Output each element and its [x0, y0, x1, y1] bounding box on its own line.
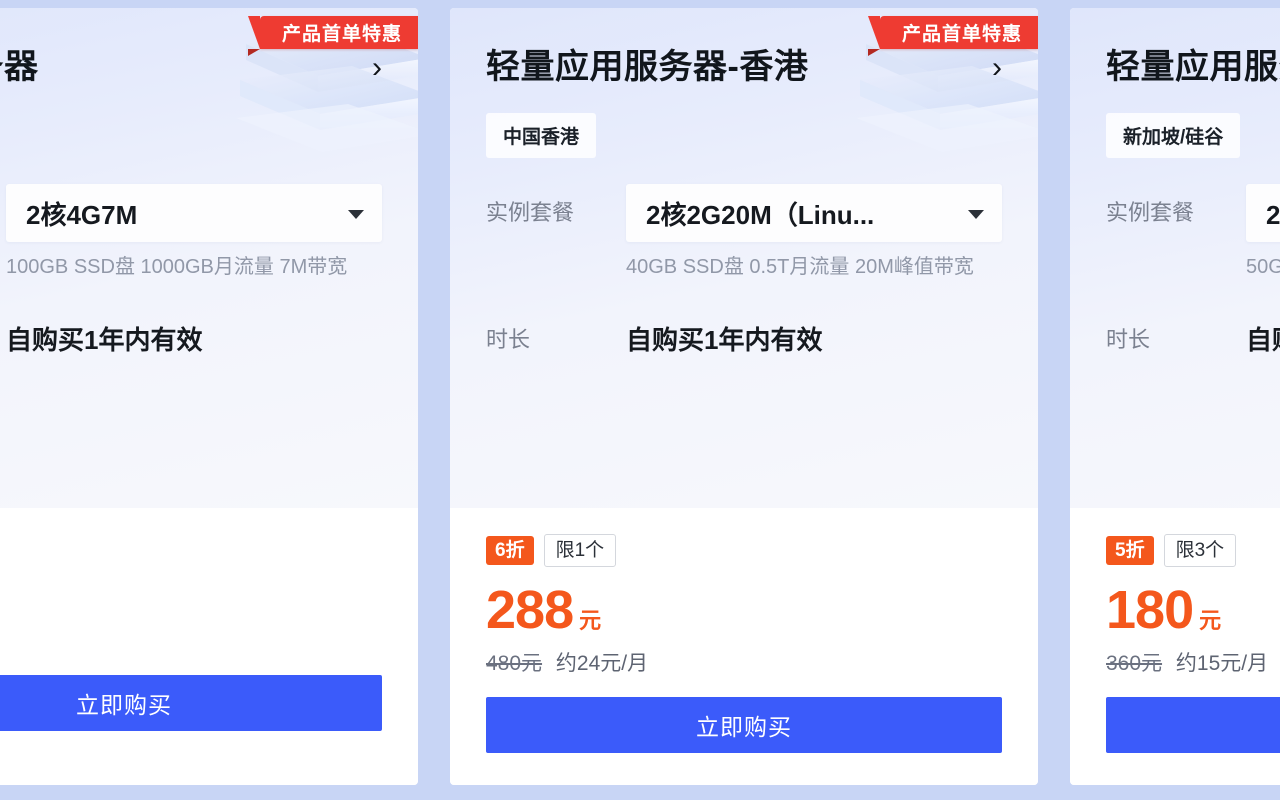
- product-card-rail[interactable]: 产品首单特惠 应用服务器 › 州/北京 餐 2核4G7M 100GB SSD盘 …: [0, 8, 1280, 785]
- price-currency-unit: 元: [1199, 608, 1222, 633]
- promo-ribbon-label: 产品首单特惠: [281, 24, 402, 45]
- duration-value: 自购买1年内有效: [626, 325, 823, 356]
- original-price: 360元: [1106, 652, 1163, 675]
- spec-row-duration: 自购买1年内有效: [0, 311, 418, 369]
- chevron-down-icon: [348, 210, 364, 220]
- price-amount: 288: [486, 580, 574, 640]
- instance-plan-select[interactable]: 2核4G7M: [6, 184, 382, 243]
- duration-value: 自购买1年内有效: [1246, 325, 1280, 356]
- instance-plan-select[interactable]: 2核2G20M（Linu...: [626, 184, 1002, 243]
- spec-row-instance: 实例套餐 2核2G20M（Linu... 40GB SSD盘 0.5T月流量 2…: [450, 184, 1038, 281]
- chevron-right-icon[interactable]: ›: [372, 52, 382, 83]
- original-price: 480元: [486, 652, 543, 675]
- instance-plan-select[interactable]: 2核2G30M（Linu...: [1246, 184, 1280, 243]
- spec-label: 实例套餐: [1106, 200, 1195, 226]
- monthly-price: 约15元/月: [1175, 652, 1269, 675]
- sub-price-line: 约35元/月: [0, 625, 382, 655]
- product-card[interactable]: 产品首单特惠 轻量应用服务器-香港 › 中国香港 实例套餐 2核2G20M（Li…: [450, 8, 1038, 785]
- discount-badge: 5折: [1106, 536, 1154, 565]
- discount-badge: 6折: [486, 536, 534, 565]
- promo-ribbon-label: 产品首单特惠: [901, 24, 1022, 45]
- instance-plan-value: 2核2G20M（Linu...: [646, 199, 875, 230]
- card-title-row[interactable]: 轻量应用服务器-新加坡 ›: [1070, 8, 1280, 87]
- chevron-right-icon[interactable]: ›: [992, 52, 1002, 83]
- promo-ribbon: 产品首单特惠: [867, 16, 1038, 56]
- region-chip: 中国香港: [486, 113, 597, 159]
- card-spec-section: 产品首单特惠 应用服务器 › 州/北京 餐 2核4G7M 100GB SSD盘 …: [0, 8, 418, 508]
- buy-now-button[interactable]: 立即购买: [1106, 697, 1280, 753]
- product-card[interactable]: 产品首单特惠 应用服务器 › 州/北京 餐 2核4G7M 100GB SSD盘 …: [0, 8, 418, 785]
- duration-label: 时长: [1106, 327, 1151, 353]
- chevron-down-icon: [968, 210, 984, 220]
- promo-ribbon: 产品首单特惠: [247, 16, 418, 56]
- spec-row-instance: 实例套餐 2核2G30M（Linu... 50GB SSD盘 1T月流量 30M…: [1070, 184, 1280, 281]
- card-price-section: 限3个 元 约35元/月 立即购买: [0, 508, 418, 785]
- tag-row: 5折 限3个: [1106, 534, 1280, 567]
- price-line: 288 元: [486, 583, 1002, 637]
- price-amount: 180: [1106, 580, 1194, 640]
- duration-label: 时长: [486, 327, 531, 353]
- spec-row-duration: 时长 自购买1年内有效: [450, 311, 1038, 369]
- region-chip: 新加坡/硅谷: [1106, 113, 1241, 159]
- price-currency-unit: 元: [579, 608, 602, 633]
- card-title: 轻量应用服务器-香港: [486, 48, 809, 86]
- product-carousel-stage: 产品首单特惠 应用服务器 › 州/北京 餐 2核4G7M 100GB SSD盘 …: [0, 0, 1280, 800]
- purchase-limit-tag: 限3个: [1163, 534, 1237, 567]
- spec-description: 100GB SSD盘 1000GB月流量 7M带宽: [6, 256, 348, 279]
- instance-plan-value: 2核2G30M（Linu...: [1266, 199, 1280, 230]
- sub-price-line: 480元 约24元/月: [486, 647, 1002, 677]
- buy-now-button[interactable]: 立即购买: [0, 675, 382, 731]
- spec-label: 实例套餐: [486, 200, 575, 226]
- monthly-price: 约24元/月: [555, 652, 649, 675]
- tag-row: 限3个: [0, 534, 382, 567]
- purchase-limit-tag: 限1个: [543, 534, 617, 567]
- instance-plan-value: 2核4G7M: [26, 199, 138, 230]
- tag-row: 6折 限1个: [486, 534, 1002, 567]
- price-line: 180 元: [1106, 583, 1280, 637]
- card-price-section: 5折 限3个 180 元 360元 约15元/月 立即购买: [1070, 508, 1280, 785]
- spec-description: 40GB SSD盘 0.5T月流量 20M峰值带宽: [626, 256, 974, 279]
- card-price-section: 6折 限1个 288 元 480元 约24元/月 立即购买: [450, 508, 1038, 785]
- card-title: 轻量应用服务器-新加坡: [1106, 48, 1280, 86]
- spec-row-instance: 餐 2核4G7M 100GB SSD盘 1000GB月流量 7M带宽: [0, 184, 418, 281]
- sub-price-line: 360元 约15元/月: [1106, 647, 1280, 677]
- card-title: 应用服务器: [0, 48, 39, 86]
- card-spec-section: 产品首单特惠 轻量应用服务器-新加坡 › 新加坡/硅谷 实例套餐 2核2G30M…: [1070, 8, 1280, 508]
- price-line: 元: [0, 583, 382, 615]
- buy-now-button[interactable]: 立即购买: [486, 697, 1002, 753]
- spec-row-duration: 时长 自购买1年内有效: [1070, 311, 1280, 369]
- duration-value: 自购买1年内有效: [6, 325, 203, 356]
- spec-description: 50GB SSD盘 1T月流量 30M峰值带宽: [1246, 256, 1280, 279]
- card-spec-section: 产品首单特惠 轻量应用服务器-香港 › 中国香港 实例套餐 2核2G20M（Li…: [450, 8, 1038, 508]
- product-card[interactable]: 产品首单特惠 轻量应用服务器-新加坡 › 新加坡/硅谷 实例套餐 2核2G30M…: [1070, 8, 1280, 785]
